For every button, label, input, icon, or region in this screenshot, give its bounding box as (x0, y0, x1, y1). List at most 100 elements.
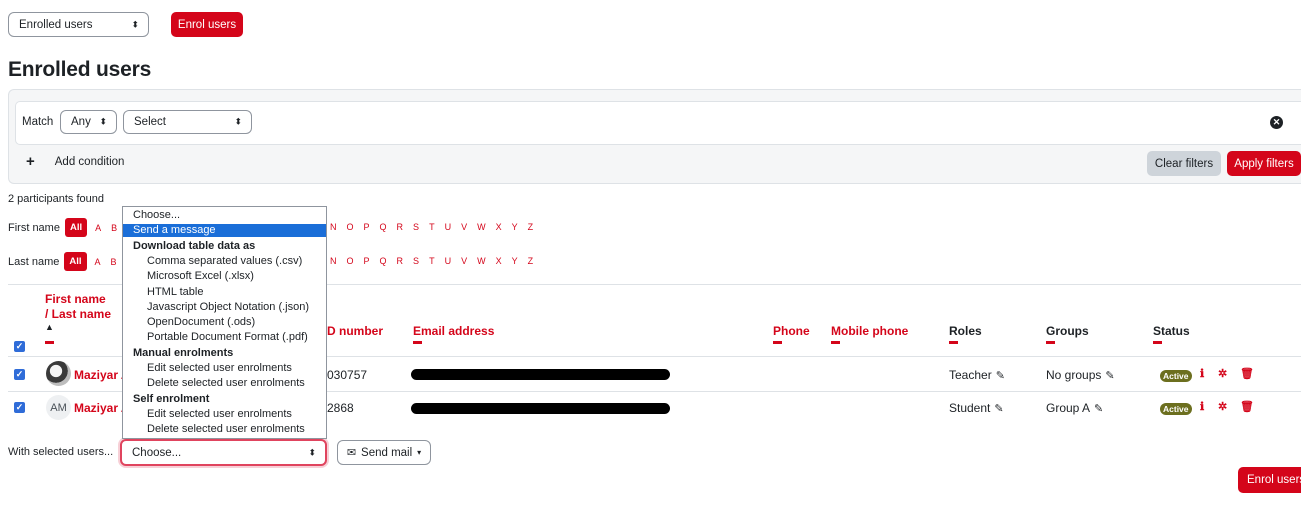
initial-letter[interactable]: Q (380, 222, 387, 232)
initial-letter[interactable]: X (496, 256, 502, 266)
role-value: Student ✎ (949, 401, 1004, 415)
th-id-number[interactable]: D number (327, 324, 383, 338)
row-checkbox[interactable]: ✓ (14, 402, 25, 413)
dropdown-option[interactable]: Portable Document Format (.pdf) (123, 331, 326, 344)
info-icon[interactable]: ℹ (1200, 367, 1204, 380)
initial-letter[interactable]: V (461, 256, 467, 266)
th-roles: Roles (949, 324, 982, 338)
collapse-dash-icon[interactable] (413, 341, 422, 344)
initial-letter[interactable]: U (445, 222, 452, 232)
collapse-dash-icon[interactable] (773, 341, 782, 344)
bulk-action-select[interactable]: Choose... ⬍ (120, 439, 327, 466)
initial-letter[interactable]: R (397, 256, 404, 266)
dropdown-group-label: Self enrolment (133, 392, 210, 405)
select-all-checkbox[interactable]: ✓ (14, 341, 25, 352)
th-phone[interactable]: Phone (773, 324, 810, 338)
bulk-action-dropdown-list[interactable]: Choose... Send a message Download table da… (122, 206, 327, 439)
initial-letter[interactable]: N (330, 256, 337, 266)
dropdown-option[interactable]: Delete selected user enrolments (123, 423, 326, 436)
send-mail-label: Send mail (361, 446, 413, 459)
envelope-icon: ✉ (346, 447, 357, 459)
pencil-icon[interactable]: ✎ (1094, 402, 1103, 415)
dropdown-option[interactable]: OpenDocument (.ods) (123, 316, 326, 329)
chevron-down-icon: ▾ (417, 448, 422, 457)
gear-icon[interactable]: ✲ (1218, 367, 1227, 380)
enrol-users-button[interactable]: Enrol users (171, 12, 243, 37)
first-initial-letter[interactable]: A (95, 223, 101, 233)
remove-condition-icon[interactable]: ✕ (1270, 116, 1283, 129)
group-label: No groups (1046, 368, 1102, 382)
initial-letter[interactable]: X (496, 222, 502, 232)
user-avatar (46, 361, 71, 386)
pencil-icon[interactable]: ✎ (1105, 369, 1114, 382)
last-initial-letter[interactable]: B (111, 257, 117, 267)
dropdown-option[interactable]: HTML table (123, 286, 326, 299)
collapse-dash-icon[interactable] (1153, 341, 1162, 344)
info-icon[interactable]: ℹ (1200, 400, 1204, 413)
dropdown-option[interactable]: Javascript Object Notation (.json) (123, 301, 326, 314)
pencil-icon[interactable]: ✎ (994, 402, 1003, 415)
collapse-dash-icon[interactable] (831, 341, 840, 344)
first-initial-all[interactable]: All (64, 218, 88, 237)
initial-letter[interactable]: Y (512, 256, 518, 266)
initial-letter[interactable]: N (330, 222, 337, 232)
initial-letter[interactable]: S (413, 222, 419, 232)
view-select[interactable]: Enrolled users ⬍ (8, 12, 149, 37)
initial-letter[interactable]: P (364, 256, 370, 266)
send-mail-button[interactable]: ✉ Send mail ▾ (337, 440, 431, 465)
last-name-initials-bar-right: NOPQRSTUVWXYZ (330, 256, 533, 266)
initial-letter[interactable]: O (347, 256, 354, 266)
trash-icon[interactable]: 🗑 (1240, 367, 1254, 380)
initial-letter[interactable]: U (445, 256, 452, 266)
status-badge: Active (1160, 403, 1192, 415)
initial-letter[interactable]: Z (528, 222, 534, 232)
dropdown-option[interactable]: Edit selected user enrolments (123, 408, 326, 421)
dropdown-option[interactable]: Comma separated values (.csv) (123, 255, 326, 268)
initial-letter[interactable]: S (413, 256, 419, 266)
dropdown-option[interactable]: Delete selected user enrolments (123, 377, 326, 390)
status-badge: Active (1160, 370, 1192, 382)
initial-letter[interactable]: T (429, 256, 435, 266)
th-last-name[interactable]: / Last name (45, 307, 111, 321)
first-name-initials-bar: First name All A B (8, 218, 117, 237)
dropdown-option[interactable]: Choose... (123, 209, 326, 222)
user-avatar-initials: AM (46, 395, 71, 420)
sort-asc-icon: ▲ (45, 322, 54, 332)
initial-letter[interactable]: P (364, 222, 370, 232)
first-initial-letter[interactable]: B (111, 223, 117, 233)
initial-letter[interactable]: W (477, 222, 486, 232)
add-condition-button[interactable]: + Add condition (26, 154, 124, 169)
collapse-dash-icon[interactable] (45, 341, 54, 344)
row-checkbox[interactable]: ✓ (14, 369, 25, 380)
th-first-name[interactable]: First name (45, 292, 106, 306)
initial-letter[interactable]: Q (380, 256, 387, 266)
last-initial-all[interactable]: All (64, 252, 87, 271)
filter-type-select[interactable]: Select ⬍ (123, 110, 252, 134)
apply-filters-button[interactable]: Apply filters (1227, 151, 1301, 176)
id-number: 2868 (327, 401, 354, 415)
select-caret-icon: ⬍ (99, 116, 107, 127)
dropdown-option[interactable]: Edit selected user enrolments (123, 362, 326, 375)
initial-letter[interactable]: O (347, 222, 354, 232)
initial-letter[interactable]: Y (512, 222, 518, 232)
gear-icon[interactable]: ✲ (1218, 400, 1227, 413)
trash-icon[interactable]: 🗑 (1240, 400, 1254, 413)
enrol-users-bottom-button[interactable]: Enrol users (1238, 467, 1301, 493)
initial-letter[interactable]: V (461, 222, 467, 232)
clear-filters-button[interactable]: Clear filters (1147, 151, 1221, 176)
role-value: Teacher ✎ (949, 368, 1005, 382)
initial-letter[interactable]: R (397, 222, 404, 232)
last-initial-letter[interactable]: A (95, 257, 101, 267)
dropdown-option[interactable]: Send a message (123, 224, 326, 237)
initial-letter[interactable]: W (477, 256, 486, 266)
collapse-dash-icon[interactable] (949, 341, 958, 344)
match-select[interactable]: Any ⬍ (60, 110, 117, 134)
initial-letter[interactable]: Z (528, 256, 534, 266)
th-email[interactable]: Email address (413, 324, 494, 338)
th-mobile-phone[interactable]: Mobile phone (831, 324, 908, 338)
dropdown-option[interactable]: Microsoft Excel (.xlsx) (123, 270, 326, 283)
pencil-icon[interactable]: ✎ (996, 369, 1005, 382)
initial-letter[interactable]: T (429, 222, 435, 232)
th-groups: Groups (1046, 324, 1089, 338)
collapse-dash-icon[interactable] (1046, 341, 1055, 344)
